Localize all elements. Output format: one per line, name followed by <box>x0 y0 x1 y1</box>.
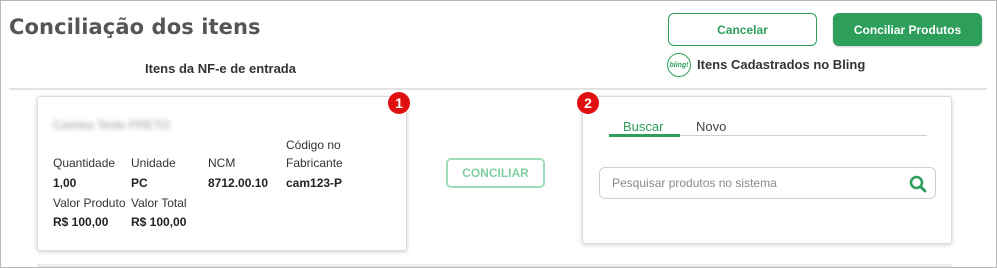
search-icon[interactable] <box>909 175 927 193</box>
header-divider <box>9 88 987 90</box>
unit-price-value: R$ 100,00 <box>53 215 109 229</box>
search-box <box>599 167 936 199</box>
page-title: Conciliação dos itens <box>9 15 261 39</box>
ncm-value: 8712.00.10 <box>208 176 269 190</box>
quantity-value: 1,00 <box>53 176 77 190</box>
product-name: Camisa Teste PRETO <box>53 118 170 132</box>
unit-value: PC <box>131 176 148 190</box>
total-value: R$ 100,00 <box>131 215 187 229</box>
bling-logo-icon: bling! <box>667 53 691 77</box>
manufacturer-code-label-line1: Código no <box>286 138 341 152</box>
bling-items-heading: Itens Cadastrados no Bling <box>697 57 866 72</box>
active-tab-indicator <box>609 134 680 137</box>
total-label: Valor Total <box>131 196 187 210</box>
manufacturer-code-value: cam123-P <box>286 176 343 190</box>
quantity-label: Quantidade <box>53 156 116 170</box>
manufacturer-code-label-line2: Fabricante <box>286 156 343 170</box>
reconcile-products-button[interactable]: Conciliar Produtos <box>833 13 982 46</box>
ncm-label: NCM <box>208 156 236 170</box>
tab-search[interactable]: Buscar <box>623 119 663 134</box>
unit-price-label: Valor Produto <box>53 196 126 210</box>
step-badge-1: 1 <box>388 92 410 114</box>
search-input[interactable] <box>612 168 902 198</box>
conciliar-button[interactable]: CONCILIAR <box>446 158 545 188</box>
cancel-button[interactable]: Cancelar <box>668 13 817 46</box>
unit-label: Unidade <box>131 156 176 170</box>
step-badge-2: 2 <box>577 92 599 114</box>
nfe-items-heading: Itens da NF-e de entrada <box>145 61 296 76</box>
bottom-divider <box>37 264 952 267</box>
tab-new[interactable]: Novo <box>696 119 726 134</box>
